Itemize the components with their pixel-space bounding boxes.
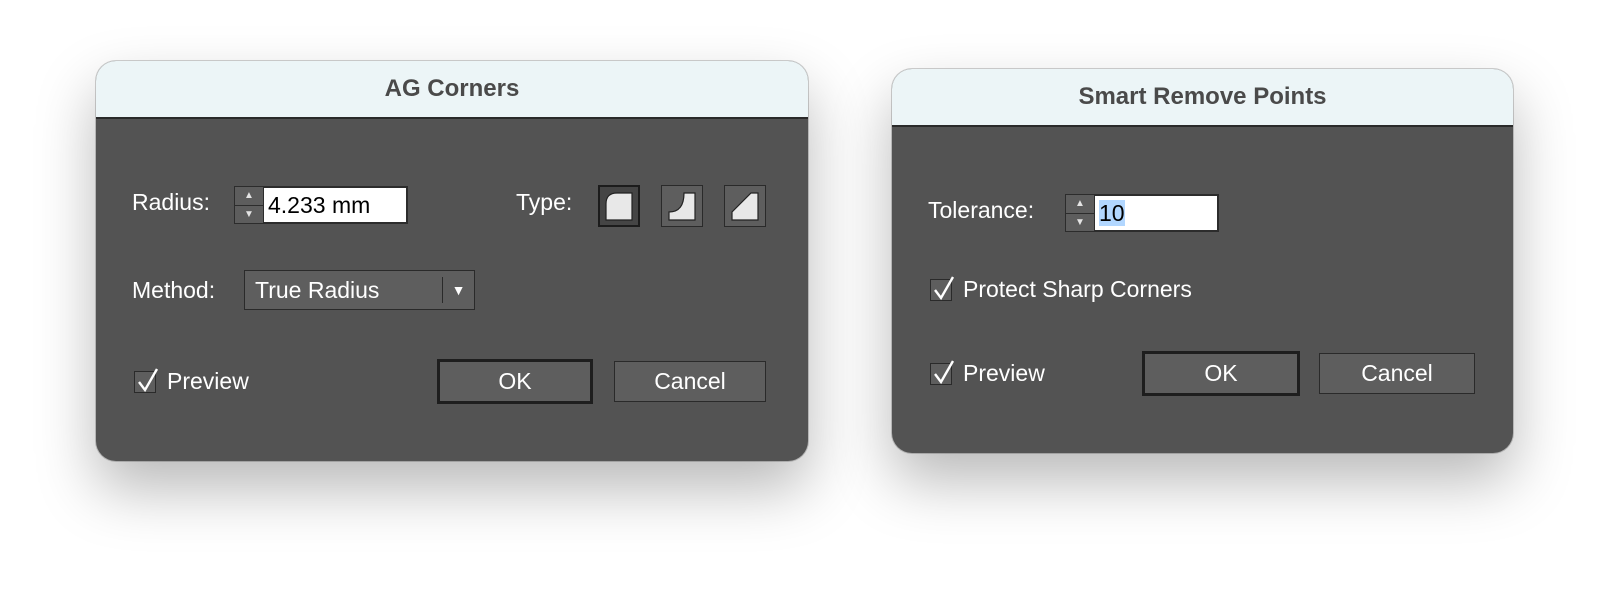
preview-checkbox-row[interactable]: Preview [134, 367, 249, 395]
increment-arrow-icon[interactable]: ▲ [1066, 195, 1094, 214]
ok-button[interactable]: OK [437, 359, 593, 404]
type-label: Type: [516, 189, 573, 215]
preview-checkbox-row[interactable]: Preview [930, 359, 1045, 387]
round-corner-icon [605, 192, 633, 221]
chamfer-corner-icon [731, 192, 759, 221]
ok-button[interactable]: OK [1142, 351, 1300, 396]
preview-label: Preview [963, 360, 1045, 386]
checkmark-icon [934, 275, 955, 300]
radius-stepper: ▲ ▼ [234, 186, 264, 224]
method-label: Method: [132, 277, 216, 303]
method-select-value: True Radius [255, 276, 380, 303]
ag-corners-dialog: AG Corners Radius: ▲ ▼ 4.233 mm Type: Me… [96, 61, 808, 461]
radius-input[interactable]: 4.233 mm [264, 186, 408, 224]
protect-sharp-corners-label: Protect Sharp Corners [963, 276, 1192, 302]
tolerance-stepper: ▲ ▼ [1065, 194, 1095, 232]
type-inverted-round-button[interactable] [661, 185, 703, 227]
decrement-arrow-icon[interactable]: ▼ [235, 206, 263, 224]
increment-arrow-icon[interactable]: ▲ [235, 187, 263, 206]
type-chamfer-button[interactable] [724, 185, 766, 227]
radius-spinner: ▲ ▼ 4.233 mm [234, 186, 408, 224]
tolerance-spinner: ▲ ▼ 10 [1065, 194, 1219, 232]
radius-label: Radius: [132, 189, 210, 215]
chevron-down-icon: ▼ [451, 282, 466, 298]
tolerance-label: Tolerance: [928, 197, 1035, 223]
checkmark-icon [138, 367, 159, 392]
method-select[interactable]: True Radius ▼ [244, 270, 475, 310]
preview-checkbox[interactable] [930, 359, 955, 385]
preview-checkbox[interactable] [134, 367, 159, 393]
checkmark-icon [934, 359, 955, 384]
tolerance-input[interactable]: 10 [1095, 194, 1219, 232]
dialog-title: AG Corners [96, 61, 808, 119]
protect-sharp-corners-checkbox[interactable] [930, 275, 955, 301]
decrement-arrow-icon[interactable]: ▼ [1066, 214, 1094, 232]
cancel-button[interactable]: Cancel [1319, 353, 1475, 394]
dialog-title: Smart Remove Points [892, 69, 1513, 127]
cancel-button[interactable]: Cancel [614, 361, 766, 402]
inverted-round-corner-icon [668, 192, 696, 221]
type-round-button[interactable] [598, 185, 640, 227]
smart-remove-points-dialog: Smart Remove Points Tolerance: ▲ ▼ 10 Pr… [892, 69, 1513, 453]
preview-label: Preview [167, 368, 249, 394]
tolerance-value-selected: 10 [1099, 200, 1125, 226]
protect-sharp-corners-row[interactable]: Protect Sharp Corners [930, 275, 1192, 303]
